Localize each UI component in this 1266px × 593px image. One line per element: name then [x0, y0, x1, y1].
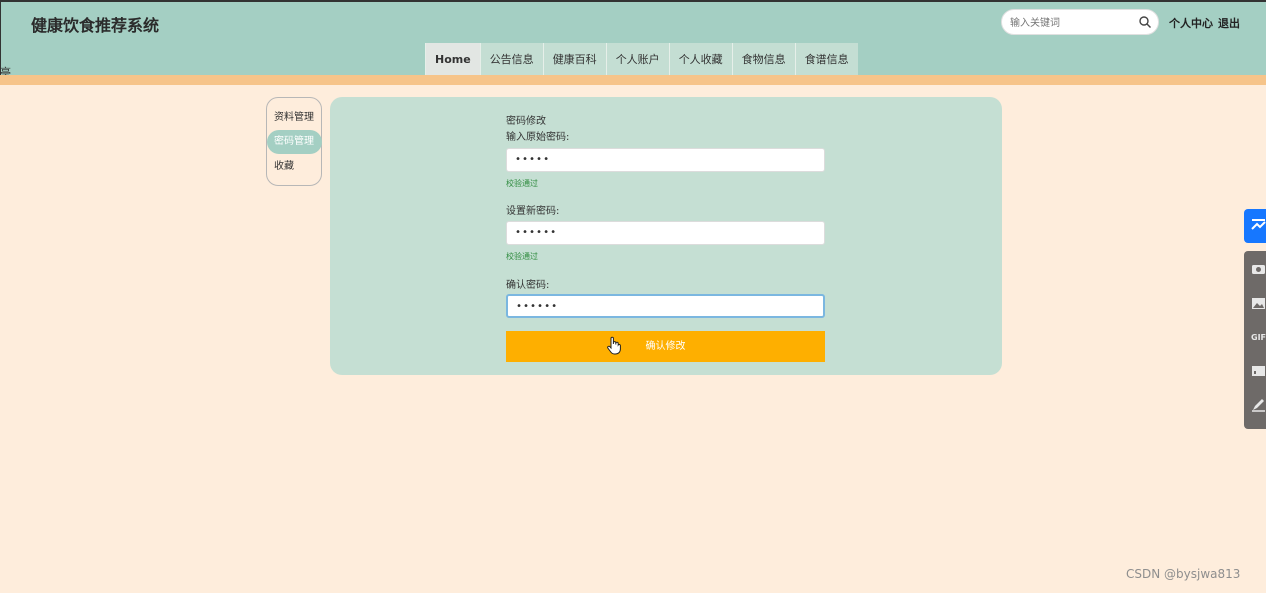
nav-home[interactable]: Home — [425, 43, 480, 77]
search-box[interactable] — [1001, 9, 1159, 35]
sidebar-item-profile[interactable]: 资料管理 — [267, 106, 322, 130]
main-nav: Home 公告信息 健康百科 个人账户 个人收藏 食物信息 食谱信息 — [425, 43, 858, 77]
sidebar-item-password[interactable]: 密码管理 — [267, 130, 322, 154]
sidebar: 资料管理 密码管理 收藏 — [266, 97, 322, 186]
nav-personal-favorites[interactable]: 个人收藏 — [668, 43, 732, 77]
watermark: CSDN @bysjwa813 — [1126, 567, 1241, 581]
top-header: 健康饮食推荐系统 个人中心 退出 Home 公告信息 健康百科 个人账户 个人收… — [0, 0, 1266, 77]
video-icon[interactable] — [1251, 363, 1266, 378]
svg-text:GIF: GIF — [1251, 333, 1266, 342]
site-title: 健康饮食推荐系统 — [31, 16, 160, 35]
pen-icon[interactable] — [1251, 397, 1266, 412]
confirm-change-button[interactable]: 确认修改 — [506, 331, 825, 362]
new-password-status: 校验通过 — [506, 252, 538, 261]
sidebar-item-favorites[interactable]: 收藏 — [267, 155, 322, 179]
nav-announcements[interactable]: 公告信息 — [479, 43, 543, 77]
nav-personal-account[interactable]: 个人账户 — [605, 43, 669, 77]
old-password-status: 校验通过 — [506, 179, 538, 188]
nav-health-wiki[interactable]: 健康百科 — [542, 43, 606, 77]
camera-icon[interactable] — [1251, 261, 1266, 276]
floating-expand-button[interactable] — [1244, 209, 1266, 243]
new-password-field[interactable]: •••••• — [506, 221, 825, 245]
search-icon[interactable] — [1138, 15, 1152, 29]
logout-link[interactable]: 退出 — [1218, 15, 1240, 31]
gif-icon[interactable]: GIF — [1251, 329, 1266, 344]
form-heading: 密码修改 — [506, 116, 546, 127]
old-password-label: 输入原始密码: — [506, 132, 570, 143]
hand-cursor-icon — [607, 336, 621, 355]
old-password-field[interactable]: ••••• — [506, 148, 825, 172]
image-icon[interactable] — [1251, 296, 1266, 311]
confirm-password-label: 确认密码: — [506, 280, 550, 291]
chart-icon — [1251, 219, 1266, 230]
nav-food-info[interactable]: 食物信息 — [731, 43, 795, 77]
nav-recipe-info[interactable]: 食谱信息 — [794, 43, 858, 77]
floating-toolbar: GIF — [1244, 251, 1266, 429]
header-divider — [0, 75, 1266, 85]
password-form-panel: 密码修改 输入原始密码: ••••• 校验通过 设置新密码: •••••• 校验… — [330, 97, 1002, 375]
new-password-label: 设置新密码: — [506, 206, 560, 217]
personal-center-link[interactable]: 个人中心 — [1169, 15, 1213, 31]
confirm-password-field[interactable]: •••••• — [506, 294, 825, 318]
search-input[interactable] — [1008, 13, 1137, 33]
